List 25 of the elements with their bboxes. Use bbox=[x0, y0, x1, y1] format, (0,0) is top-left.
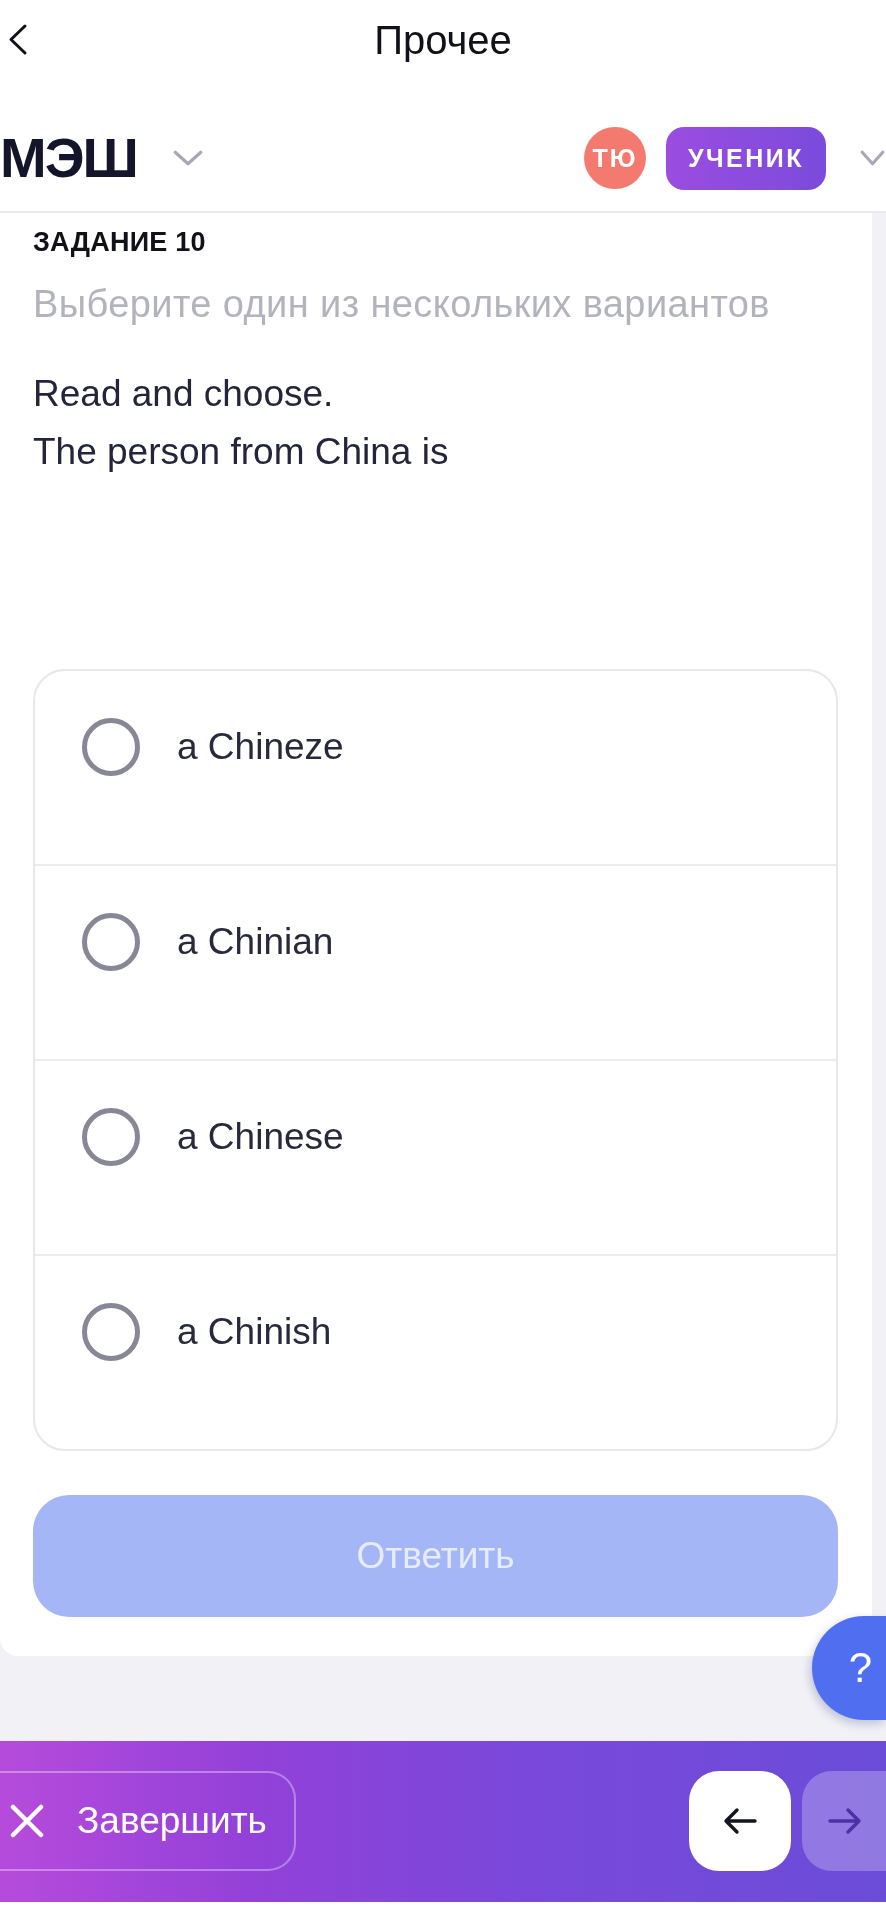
option-label[interactable]: a Chinese bbox=[177, 1107, 344, 1166]
task-instruction: Выберите один из нескольких вариантов bbox=[33, 281, 771, 326]
radio-button[interactable] bbox=[82, 717, 140, 776]
logo: МЭШ bbox=[0, 130, 137, 187]
back-button[interactable] bbox=[8, 23, 28, 57]
finish-button[interactable]: Завершить bbox=[0, 1771, 296, 1872]
option-label[interactable]: a Chineze bbox=[177, 717, 344, 776]
question-text: The person from China is bbox=[33, 429, 450, 474]
arrow-left-icon bbox=[722, 1807, 758, 1836]
radio-button[interactable] bbox=[82, 1302, 140, 1361]
page-title: Прочее bbox=[374, 16, 512, 64]
chevron-left-icon bbox=[8, 23, 28, 57]
question-text: Read and choose. bbox=[33, 371, 335, 416]
option-label[interactable]: a Chinish bbox=[177, 1302, 332, 1361]
radio-button[interactable] bbox=[82, 912, 140, 971]
radio-button[interactable] bbox=[82, 1107, 140, 1166]
role-badge: УЧЕНИК bbox=[665, 126, 826, 190]
chevron-down-icon[interactable] bbox=[171, 149, 204, 168]
arrow-right-icon bbox=[826, 1807, 862, 1836]
previous-button[interactable] bbox=[689, 1771, 791, 1872]
option-label[interactable]: a Chinian bbox=[177, 912, 334, 971]
avatar: ТЮ bbox=[583, 127, 646, 190]
task-number: ЗАДАНИЕ 10 bbox=[33, 225, 207, 258]
close-icon bbox=[10, 1804, 44, 1839]
chevron-down-icon[interactable] bbox=[859, 149, 886, 168]
